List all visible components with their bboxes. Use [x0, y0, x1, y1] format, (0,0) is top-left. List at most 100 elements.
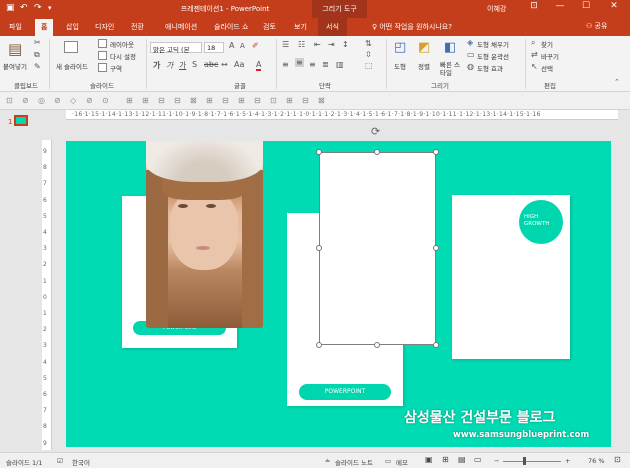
font-color-icon[interactable]: A	[256, 60, 262, 71]
selected-shape[interactable]	[319, 152, 436, 345]
zoom-slider[interactable]	[503, 461, 561, 462]
tab-file[interactable]: 파일	[9, 22, 22, 32]
toolbar-icon[interactable]: ⊙	[102, 96, 109, 105]
notes-button[interactable]: 슬라이드 노트	[335, 457, 373, 467]
tab-animations[interactable]: 애니메이션	[165, 22, 197, 32]
growth-badge[interactable]: HIGH GROWTH	[519, 200, 563, 244]
shape-fill-button[interactable]: 도형 채우기	[477, 39, 509, 49]
minimize-icon[interactable]: —	[548, 1, 572, 11]
zoom-slider-thumb[interactable]	[523, 457, 527, 465]
shape-outline-button[interactable]: 도형 윤곽선	[477, 51, 509, 61]
cut-icon[interactable]: ✂	[34, 38, 41, 47]
resize-handle[interactable]	[374, 342, 380, 348]
toolbar-icon[interactable]: ⊞	[286, 96, 293, 105]
shape-effects-button[interactable]: 도형 효과	[477, 63, 503, 73]
zoom-in-icon[interactable]: +	[565, 457, 570, 465]
new-slide-button[interactable]: 새 슬라이드	[56, 61, 88, 71]
arrange-button[interactable]: 정렬	[418, 61, 430, 71]
strikethrough-icon[interactable]: abc	[204, 60, 218, 69]
toolbar-icon[interactable]: ◎	[38, 96, 45, 105]
grow-font-icon[interactable]: A	[229, 41, 234, 50]
tab-design[interactable]: 디자인	[95, 22, 114, 32]
layout-button[interactable]: 레이아웃	[110, 39, 134, 49]
new-slide-icon[interactable]	[64, 41, 78, 53]
increase-indent-icon[interactable]: ⇥	[328, 40, 335, 49]
tab-transitions[interactable]: 전환	[131, 22, 144, 32]
toolbar-icon[interactable]: ⊘	[22, 96, 29, 105]
text-direction-icon[interactable]: ⇅	[365, 39, 372, 48]
arrange-icon[interactable]: ◩	[418, 40, 430, 55]
undo-icon[interactable]: ↶	[20, 3, 28, 13]
find-button[interactable]: 찾기	[541, 39, 553, 49]
tell-me-search[interactable]: ♀ 어떤 작업을 원하시나요?	[372, 22, 452, 32]
save-icon[interactable]: ▣	[6, 3, 15, 13]
collapse-ribbon-icon[interactable]: ⌃	[614, 78, 620, 86]
align-text-icon[interactable]: ⇳	[365, 50, 372, 59]
quick-styles-icon[interactable]: ◧	[444, 40, 456, 55]
align-left-icon[interactable]: ≡	[282, 60, 289, 69]
reset-button[interactable]: 다시 설정	[110, 51, 136, 61]
resize-handle[interactable]	[374, 149, 380, 155]
shrink-font-icon[interactable]: A	[240, 42, 245, 50]
slideshow-view-icon[interactable]: ▭	[474, 455, 482, 464]
columns-icon[interactable]: ▥	[336, 60, 344, 69]
section-button[interactable]: 구역	[110, 63, 122, 73]
clear-formatting-icon[interactable]: ✐	[252, 41, 259, 50]
justify-icon[interactable]: ≣	[322, 60, 329, 69]
underline-icon[interactable]: 가	[179, 60, 186, 71]
resize-handle[interactable]	[316, 342, 322, 348]
tab-insert[interactable]: 삽입	[66, 22, 79, 32]
change-case-icon[interactable]: Aa	[234, 60, 244, 69]
char-spacing-icon[interactable]: ↔	[221, 60, 228, 69]
toolbar-icon[interactable]: ⊟	[302, 96, 309, 105]
copy-icon[interactable]: ⧉	[34, 50, 40, 60]
resize-handle[interactable]	[433, 245, 439, 251]
paste-icon[interactable]: ▤	[8, 40, 22, 58]
toolbar-icon[interactable]: ⊘	[54, 96, 61, 105]
reading-view-icon[interactable]: ▤	[458, 455, 466, 464]
zoom-out-icon[interactable]: −	[494, 457, 499, 465]
line-spacing-icon[interactable]: ↕	[342, 40, 349, 49]
redo-icon[interactable]: ↷	[34, 3, 42, 13]
customize-toolbar-icon[interactable]: ▾	[48, 4, 52, 12]
smartart-icon[interactable]: ⬚	[365, 61, 373, 70]
toolbar-icon[interactable]: ⊘	[86, 96, 93, 105]
toolbar-icon[interactable]: ⊡	[6, 96, 13, 105]
resize-handle[interactable]	[433, 342, 439, 348]
toolbar-icon[interactable]: ⊞	[206, 96, 213, 105]
ribbon-display-icon[interactable]: ⊡	[522, 1, 546, 11]
toolbar-icon[interactable]: ⊞	[238, 96, 245, 105]
toolbar-icon[interactable]: ⊟	[174, 96, 181, 105]
bold-icon[interactable]: 가	[153, 60, 160, 71]
toolbar-icon[interactable]: ⊡	[270, 96, 277, 105]
resize-handle[interactable]	[316, 245, 322, 251]
align-right-icon[interactable]: ≡	[309, 60, 316, 69]
format-painter-icon[interactable]: ✎	[34, 62, 41, 71]
align-center-icon[interactable]: ≡	[295, 58, 304, 67]
toolbar-icon[interactable]: ⊞	[142, 96, 149, 105]
normal-view-icon[interactable]: ▣	[425, 455, 433, 464]
toolbar-icon[interactable]: ⊟	[158, 96, 165, 105]
shapes-icon[interactable]: ◰	[394, 40, 406, 55]
language-indicator[interactable]: 한국어	[72, 457, 90, 467]
resize-handle[interactable]	[316, 149, 322, 155]
spellcheck-icon[interactable]: ☑	[57, 457, 63, 465]
tab-format[interactable]: 서식	[318, 18, 347, 36]
tab-slideshow[interactable]: 슬라이드 쇼	[214, 22, 248, 32]
close-icon[interactable]: ✕	[602, 1, 626, 11]
quick-styles-button[interactable]: 빠른 스타일	[440, 61, 464, 77]
toolbar-icon[interactable]: ⊟	[254, 96, 261, 105]
rotate-handle-icon[interactable]: ⟳	[371, 125, 380, 138]
numbering-icon[interactable]: ☷	[298, 40, 305, 49]
toolbar-icon[interactable]: ⊠	[190, 96, 197, 105]
slide-thumbnail[interactable]	[14, 115, 28, 126]
shapes-button[interactable]: 도형	[394, 61, 406, 71]
font-name-combo[interactable]: 맑은 고딕 (본	[150, 42, 202, 54]
maximize-icon[interactable]: ☐	[574, 1, 598, 11]
portrait-photo[interactable]	[146, 141, 263, 328]
decrease-indent-icon[interactable]: ⇤	[314, 40, 321, 49]
select-button[interactable]: 선택	[541, 63, 553, 73]
vertical-ruler[interactable]: 9 8 7 6 5 4 3 2 1 0 1 2 3 4 5 6 7 8 9	[42, 140, 52, 450]
replace-button[interactable]: 바꾸기	[541, 51, 559, 61]
horizontal-ruler[interactable]: ·16·1·15·1·14·1·13·1·12·1·11·1·10·1·9·1·…	[66, 110, 618, 120]
